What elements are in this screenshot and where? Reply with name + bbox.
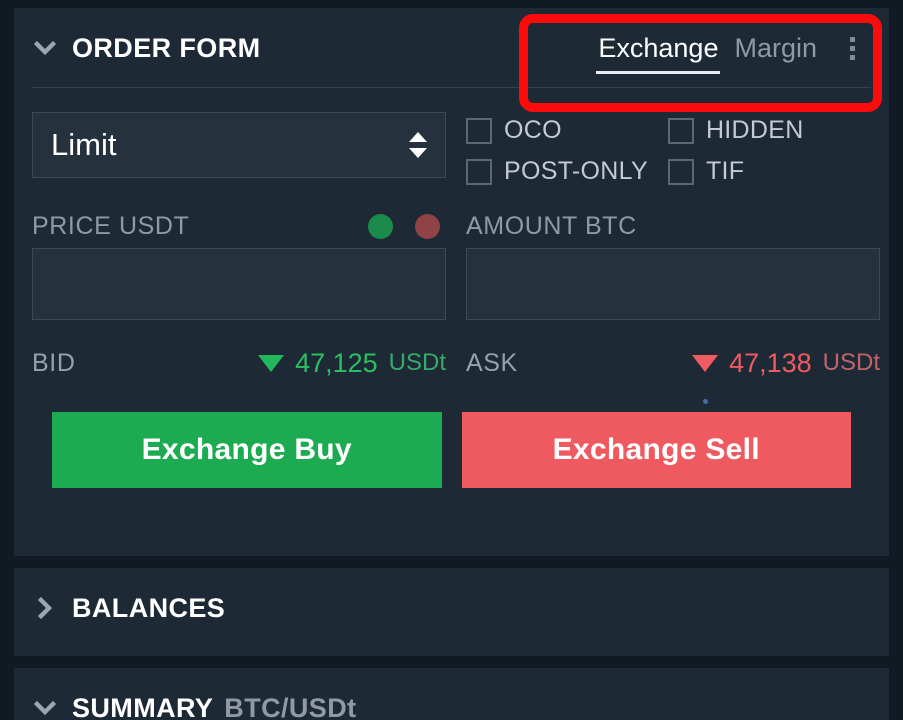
bid-currency: USDt [388,349,446,376]
amount-label-row: AMOUNT BTC [466,204,880,248]
tab-margin[interactable]: Margin [726,8,825,88]
order-type-row: Limit OCO HIDDEN POST-ONLY TIF [32,112,871,186]
checkbox-label: POST-ONLY [504,157,648,185]
balances-panel: BALANCES [14,568,889,656]
amount-label: AMOUNT BTC [466,211,637,240]
exchange-sell-button[interactable]: Exchange Sell [461,412,851,488]
ask-value: 47,138 [729,347,812,378]
triangle-down-icon [258,354,285,372]
order-type-value: Limit [51,127,117,162]
checkbox-box[interactable] [667,158,694,185]
header-divider [32,87,871,88]
amount-input-col [466,248,880,320]
checkbox-box[interactable] [466,117,492,144]
bid-value-group[interactable]: 47,125 USDt [258,348,446,379]
triangle-down-icon [692,354,719,372]
checkbox-label: HIDDEN [705,116,804,144]
price-input-col [32,248,446,320]
checkbox-post-only[interactable]: POST-ONLY [466,157,648,186]
summary-panel: SUMMARY BTC/USDt [14,668,889,720]
order-form-tabs: Exchange Margin [590,8,865,88]
amount-label-col: AMOUNT BTC [466,186,880,248]
balances-header[interactable]: BALANCES [14,568,889,648]
page-title: ORDER FORM [72,32,261,63]
ask-label: ASK [466,348,518,377]
ask-currency: USDt [822,349,880,376]
checkbox-box[interactable] [466,158,492,185]
chevron-right-icon[interactable] [32,595,58,621]
order-form-body: Limit OCO HIDDEN POST-ONLY TIF PRICE USD… [14,88,889,488]
green-dot-icon[interactable] [368,213,393,239]
order-form-panel: ORDER FORM Exchange Margin Limit OCO HID… [14,8,889,556]
checkbox-label: OCO [504,116,562,144]
bid-value: 47,125 [295,347,378,378]
tab-exchange[interactable]: Exchange [590,8,726,88]
price-label-col: PRICE USDT [32,186,446,248]
quotes-row: BID 47,125 USDt ASK 47,138 USDt [32,320,880,390]
action-buttons-row: Exchange Buy Exchange Sell [32,412,871,488]
chevron-down-icon[interactable] [32,695,58,720]
price-label: PRICE USDT [32,211,190,240]
field-inputs-row [32,248,880,320]
summary-header[interactable]: SUMMARY BTC/USDt [14,668,889,720]
ask-row[interactable]: ASK 47,138 USDt [466,336,880,390]
order-form-header[interactable]: ORDER FORM Exchange Margin [14,8,889,88]
amount-input[interactable] [466,248,880,320]
price-label-row: PRICE USDT [32,204,446,248]
kebab-menu-icon[interactable] [839,8,865,88]
bid-label: BID [32,348,76,377]
price-input[interactable] [32,248,446,320]
cursor-pointer [703,399,708,404]
summary-title: SUMMARY [72,692,214,720]
checkbox-tif[interactable]: TIF [667,157,804,186]
chevron-down-icon[interactable] [32,35,58,61]
order-flags-col: OCO HIDDEN POST-ONLY TIF [466,112,880,186]
order-type-col: Limit [32,112,446,186]
exchange-buy-button[interactable]: Exchange Buy [52,412,442,488]
price-indicator-dots [368,213,446,239]
checkbox-oco[interactable]: OCO [466,116,648,145]
checkbox-label: TIF [705,157,745,185]
checkbox-hidden[interactable]: HIDDEN [667,116,804,145]
bid-row[interactable]: BID 47,125 USDt [32,336,446,390]
order-type-select[interactable]: Limit [32,112,446,178]
balances-title: BALANCES [72,592,226,623]
field-labels-row: PRICE USDT AMOUNT BTC [32,186,871,248]
ask-col: ASK 47,138 USDt [466,320,880,390]
red-dot-icon[interactable] [415,213,440,239]
ask-value-group[interactable]: 47,138 USDt [692,348,880,379]
chevron-updown-icon [409,132,427,158]
summary-pair: BTC/USDt [224,692,357,720]
order-flags-grid: OCO HIDDEN POST-ONLY TIF [466,112,880,186]
bid-col: BID 47,125 USDt [32,320,446,390]
checkbox-box[interactable] [667,117,694,144]
